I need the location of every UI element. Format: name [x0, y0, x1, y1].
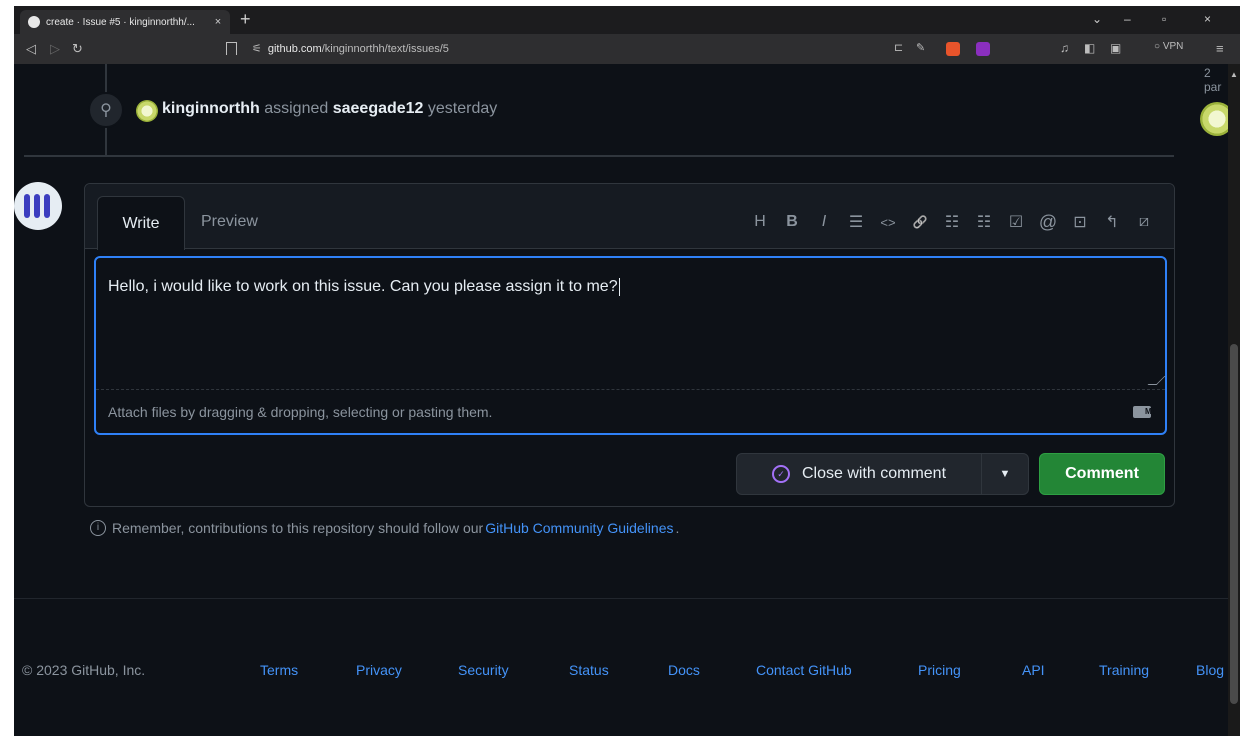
browser-window: create · Issue #5 · kinginnorthh/... × +… [14, 6, 1240, 736]
close-with-comment-button[interactable]: ✓ Close with comment [736, 453, 982, 495]
tab-preview[interactable]: Preview [201, 198, 258, 246]
person-icon: ⚲ [88, 92, 124, 128]
brave-rewards-icon[interactable] [976, 42, 990, 56]
comment-composer: Write Preview H B I ☰ <> 🔗 ☷ ☷ ☑ @ ⊡ ↰ ⧄ [84, 183, 1175, 507]
quote-icon[interactable]: ☰ [840, 208, 872, 236]
bold-icon[interactable]: B [776, 208, 808, 236]
url-path: /kinginnorthh/text/issues/5 [321, 43, 449, 55]
scrollbar[interactable]: ▲ [1228, 64, 1240, 736]
truncated-label: 2 par [1204, 66, 1222, 94]
mention-icon[interactable]: @ [1032, 208, 1064, 236]
community-guidelines-link[interactable]: GitHub Community Guidelines [485, 520, 673, 536]
reply-icon[interactable]: ↰ [1096, 208, 1128, 236]
code-icon[interactable]: <> [872, 208, 904, 236]
info-icon: i [90, 520, 106, 536]
attach-hint: Attach files by dragging & dropping, sel… [108, 404, 493, 420]
event-action: assigned [264, 100, 329, 117]
brave-shield-icon[interactable] [946, 42, 960, 56]
new-tab-icon[interactable]: + [240, 9, 251, 30]
url-host: github.com [267, 43, 322, 55]
triangle-down-icon: ▼ [999, 468, 1011, 480]
footer-copyright: © 2023 GitHub, Inc. [22, 662, 146, 678]
notice-text: Remember, contributions to this reposito… [112, 520, 484, 536]
site-settings-icon[interactable]: ⚟ [252, 43, 262, 55]
footer-link-training[interactable]: Training [1099, 662, 1149, 678]
footer-divider [14, 598, 1228, 599]
scroll-up-icon[interactable]: ▲ [1230, 70, 1238, 79]
bullet-list-icon[interactable]: ☷ [936, 208, 968, 236]
footer-link-security[interactable]: Security [458, 662, 509, 678]
numbered-list-icon[interactable]: ☷ [968, 208, 1000, 236]
forward-icon[interactable]: ▷ [50, 41, 60, 57]
vpn-button[interactable]: ○ VPN [1154, 41, 1183, 52]
slash-command-icon[interactable]: ⧄ [1128, 208, 1160, 236]
share-icon[interactable]: ⊏ [894, 41, 903, 54]
footer-link-pricing[interactable]: Pricing [918, 662, 961, 678]
footer-link-blog[interactable]: Blog [1196, 662, 1224, 678]
event-actor-link[interactable]: kinginnorthh [162, 100, 260, 117]
minimize-icon[interactable]: – [1124, 12, 1131, 26]
resize-handle-icon[interactable] [1147, 376, 1166, 385]
event-assignee-link[interactable]: saeegade12 [333, 100, 424, 117]
wallet-icon[interactable]: ▣ [1110, 41, 1121, 55]
footer-link-terms[interactable]: Terms [260, 662, 298, 678]
tab-search-icon[interactable]: ⌄ [1092, 12, 1102, 26]
address-bar: ◁ ▷ ↻ ⚟ github.com/kinginnorthh/text/issu… [14, 34, 1240, 64]
avatar[interactable] [14, 182, 62, 230]
comment-text: Hello, i would like to work on this issu… [108, 278, 620, 296]
browser-tab[interactable]: create · Issue #5 · kinginnorthh/... × [20, 10, 230, 34]
page-content: 2 par ⚲ kinginnorthh assigned saeegade12… [14, 64, 1234, 736]
italic-icon[interactable]: I [808, 208, 840, 236]
footer-link-status[interactable]: Status [569, 662, 609, 678]
tab-close-icon[interactable]: × [210, 16, 226, 28]
reference-icon[interactable]: ⊡ [1064, 208, 1096, 236]
github-favicon-icon [28, 16, 40, 28]
vpn-label: VPN [1162, 41, 1184, 52]
footer-link-privacy[interactable]: Privacy [356, 662, 402, 678]
markdown-icon[interactable]: M↓ [1133, 406, 1156, 418]
footer-link-api[interactable]: API [1022, 662, 1045, 678]
tab-title: create · Issue #5 · kinginnorthh/... [46, 16, 195, 28]
comment-button[interactable]: Comment [1039, 453, 1165, 495]
avatar[interactable] [136, 100, 158, 122]
reload-icon[interactable]: ↻ [72, 41, 83, 57]
back-icon[interactable]: ◁ [26, 41, 36, 57]
comment-textarea[interactable]: Hello, i would like to work on this issu… [94, 256, 1167, 435]
close-options-dropdown[interactable]: ▼ [981, 453, 1029, 495]
close-window-icon[interactable]: × [1204, 12, 1211, 26]
notice-suffix: . [675, 520, 680, 536]
tab-bar: create · Issue #5 · kinginnorthh/... × +… [14, 6, 1240, 34]
composer-header: Write Preview H B I ☰ <> 🔗 ☷ ☷ ☑ @ ⊡ ↰ ⧄ [85, 184, 1174, 250]
footer: © 2023 GitHub, Inc. Terms Privacy Securi… [14, 662, 1228, 682]
close-with-comment-label: Close with comment [801, 465, 947, 482]
timeline-divider [24, 155, 1174, 157]
attach-files-bar[interactable]: Attach files by dragging & dropping, sel… [96, 389, 1165, 434]
tab-write[interactable]: Write [97, 196, 185, 250]
event-time[interactable]: yesterday [428, 100, 497, 117]
sidebar-icon[interactable]: ◧ [1084, 41, 1095, 55]
bookmark-icon[interactable] [226, 42, 237, 55]
check-circle-icon: ✓ [771, 465, 790, 483]
markdown-toolbar: H B I ☰ <> 🔗 ☷ ☷ ☑ @ ⊡ ↰ ⧄ [744, 208, 1160, 236]
heading-icon[interactable]: H [744, 208, 776, 236]
timeline-event: kinginnorthh assigned saeegade12 yesterd… [162, 100, 497, 118]
task-list-icon[interactable]: ☑ [1000, 208, 1032, 236]
restore-icon[interactable]: ▫ [1162, 12, 1166, 26]
scrollbar-thumb[interactable] [1230, 344, 1238, 704]
contribution-notice: i Remember, contributions to this reposi… [90, 520, 679, 536]
footer-link-contact[interactable]: Contact GitHub [756, 662, 852, 678]
footer-link-docs[interactable]: Docs [668, 662, 700, 678]
edit-icon[interactable]: ✎ [916, 41, 925, 54]
link-icon[interactable]: 🔗 [904, 208, 936, 236]
menu-icon[interactable]: ≡ [1216, 41, 1224, 56]
media-icon[interactable]: ♫ [1060, 41, 1069, 55]
